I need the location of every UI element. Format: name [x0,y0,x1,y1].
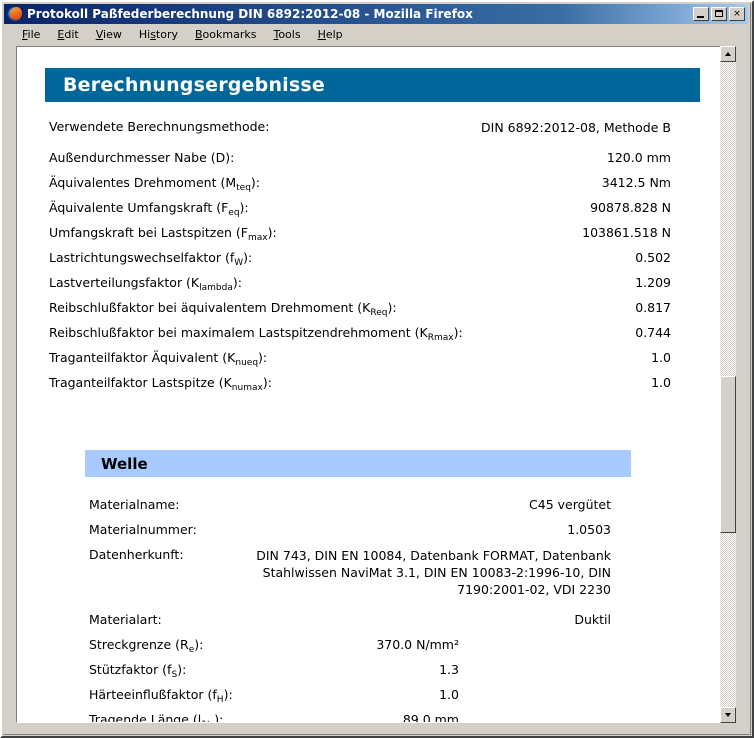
row-value: 370.0 N/mm² [376,637,459,652]
close-icon: × [733,9,741,19]
row-label: Streckgrenze (Re): [89,637,204,655]
row-value: Duktil [574,612,611,627]
window-controls: × [693,7,745,21]
menu-item-help[interactable]: Help [310,26,352,43]
welle-heading-banner: Welle [85,450,631,477]
row-label: Tragende Länge (l1tr): [89,712,224,722]
row-value: 1.3 [439,662,459,677]
row-value: DIN 743, DIN EN 10084, Datenbank FORMAT,… [256,548,611,597]
title-bar[interactable]: Protokoll Paßfederberechnung DIN 6892:20… [4,4,748,24]
row-value: 90878.828 N [590,200,671,215]
menu-item-view[interactable]: View [88,26,131,43]
maximize-button[interactable] [711,7,727,21]
page-content: Berechnungsergebnisse Verwendete Berechn… [17,47,719,722]
main-heading-banner: Berechnungsergebnisse [45,68,700,102]
row-label: Traganteilfaktor Lastspitze (Knumax): [49,375,272,393]
row-value: 1.0 [439,687,459,702]
row-value: 120.0 mm [606,150,671,165]
row-label: Traganteilfaktor Äquivalent (Knueq): [49,350,268,368]
row-value: 89.0 mm [402,712,459,722]
menu-item-bookmarks[interactable]: Bookmarks [187,26,265,43]
scroll-up-icon [725,52,731,56]
browser-viewport: Berechnungsergebnisse Verwendete Berechn… [16,46,736,723]
row-label: Reibschlußfaktor bei maximalem Lastspitz… [49,325,463,343]
row-label: Stützfaktor (fS): [89,662,187,680]
application-window: Protokoll Paßfederberechnung DIN 6892:20… [0,0,754,738]
row-label: Reibschlußfaktor bei äquivalentem Drehmo… [49,300,397,318]
row-label: Umfangskraft bei Lastspitzen (Fmax): [49,225,277,243]
row-label: Härteeinflußfaktor (fH): [89,687,233,705]
menu-item-file[interactable]: File [14,26,49,43]
row-label: Lastrichtungswechselfaktor (fW): [49,250,253,268]
row-value: 0.502 [635,250,671,265]
row-value: 0.817 [635,300,671,315]
row-value: C45 vergütet [529,497,611,512]
row-label: Lastverteilungsfaktor (Klambda): [49,275,242,293]
row-value: 103861.518 N [582,225,671,240]
row-value: 1.0 [651,375,671,390]
row-label: Materialname: [89,497,180,512]
menu-item-edit[interactable]: Edit [49,26,87,43]
row-label: Äquivalentes Drehmoment (Mteq): [49,175,261,193]
welle-section-title: Welle [101,454,148,473]
minimize-button[interactable] [693,7,709,21]
scroll-up-button[interactable] [720,46,736,62]
row-label: Materialnummer: [89,522,197,537]
scroll-down-button[interactable] [720,707,736,723]
row-label: Äquivalente Umfangskraft (Feq): [49,200,249,218]
scroll-down-icon [725,713,731,717]
row-value: 1.209 [635,275,671,290]
menu-item-tools[interactable]: Tools [265,26,309,43]
vertical-scrollbar[interactable] [720,46,736,723]
row-value: 0.744 [635,325,671,340]
row-value: 1.0503 [567,522,611,537]
menu-bar[interactable]: File Edit View History Bookmarks Tools Help [4,25,748,44]
row-value: DIN 6892:2012-08, Methode B [481,120,671,135]
row-label: Materialart: [89,612,162,627]
row-label: Außendurchmesser Nabe (D): [49,150,235,165]
row-value: 3412.5 Nm [601,175,671,190]
window-title: Protokoll Paßfederberechnung DIN 6892:20… [27,7,473,21]
row-value: 1.0 [651,350,671,365]
page-title: Berechnungsergebnisse [63,74,325,96]
row-label: Datenherkunft: [89,547,184,562]
scrollbar-thumb[interactable] [720,376,736,533]
close-button[interactable]: × [729,7,745,21]
row-label: Verwendete Berechnungsmethode: [49,119,270,134]
firefox-icon [7,6,23,22]
menu-item-history[interactable]: History [131,26,187,43]
